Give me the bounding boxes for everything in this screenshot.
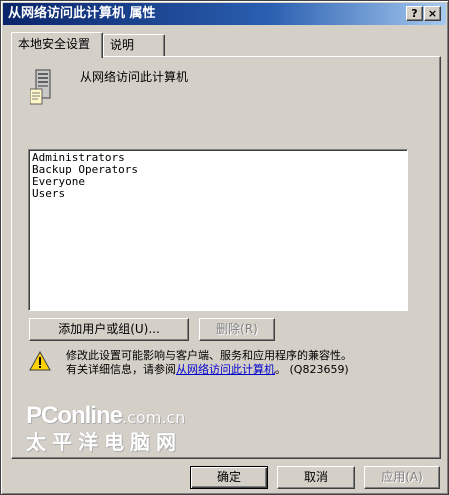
cancel-button[interactable]: 取消 xyxy=(277,466,355,489)
tab-label: 说明 xyxy=(110,38,135,52)
add-user-or-group-button[interactable]: 添加用户或组(U)... xyxy=(29,318,189,341)
users-listbox[interactable]: Administrators Backup Operators Everyone… xyxy=(28,149,408,311)
tab-local-security-setting[interactable]: 本地安全设置 xyxy=(11,32,103,58)
warning-triangle-icon xyxy=(29,351,51,371)
compatibility-warning: 修改此设置可能影响与客户端、服务和应用程序的兼容性。 有关详细信息，请参阅从网络… xyxy=(66,349,352,377)
close-button[interactable]: × xyxy=(424,6,441,21)
list-item[interactable]: Users xyxy=(32,188,404,200)
apply-button[interactable]: 应用(A) xyxy=(364,466,440,489)
tab-explain[interactable]: 说明 xyxy=(103,34,165,56)
list-item[interactable]: Everyone xyxy=(32,176,404,188)
warning-prefix: 有关详细信息，请参阅 xyxy=(66,363,176,376)
close-icon: × xyxy=(427,7,438,20)
policy-name: 从网络访问此计算机 xyxy=(80,70,189,84)
window-title: 从网络访问此计算机 属性 xyxy=(8,6,156,21)
list-item[interactable]: Backup Operators xyxy=(32,164,404,176)
pconline-watermark: PConline.com.cn 太平洋电脑网 xyxy=(26,402,185,455)
watermark-brand: PConline xyxy=(26,402,123,429)
watermark-domain: .com.cn xyxy=(122,408,186,427)
warning-suffix: 。 (Q823659) xyxy=(275,363,349,376)
warning-line-2: 有关详细信息，请参阅从网络访问此计算机。 (Q823659) xyxy=(66,363,352,377)
ok-button[interactable]: 确定 xyxy=(190,466,268,489)
properties-dialog: 从网络访问此计算机 属性 ? × 本地安全设置 说明 从网络访问此计算机 Adm… xyxy=(0,0,449,495)
help-button[interactable]: ? xyxy=(406,6,423,21)
warning-line-1: 修改此设置可能影响与客户端、服务和应用程序的兼容性。 xyxy=(66,349,352,362)
computer-tower-icon xyxy=(30,69,51,105)
watermark-chinese: 太平洋电脑网 xyxy=(26,430,182,454)
tab-panel: 从网络访问此计算机 Administrators Backup Operator… xyxy=(11,56,441,459)
help-link[interactable]: 从网络访问此计算机 xyxy=(176,363,275,376)
title-bar[interactable]: 从网络访问此计算机 属性 ? × xyxy=(3,3,446,25)
remove-button[interactable]: 删除(R) xyxy=(199,318,275,341)
tab-strip: 本地安全设置 说明 xyxy=(11,32,441,58)
question-mark-icon: ? xyxy=(411,7,418,20)
tab-label: 本地安全设置 xyxy=(18,37,91,51)
